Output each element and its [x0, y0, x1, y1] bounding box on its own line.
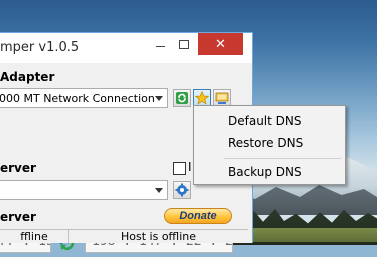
minimize-icon	[155, 45, 165, 47]
adapter-select-value: 000 MT Network Connection	[0, 92, 155, 105]
close-icon: ✕	[215, 36, 226, 52]
dns-server-section-label: erver	[0, 210, 36, 224]
dns-context-menu: Default DNS Restore DNS Backup DNS	[193, 105, 346, 185]
use-server-checkbox[interactable]	[173, 162, 186, 175]
menu-item-restore-dns[interactable]: Restore DNS	[194, 132, 345, 154]
adapter-select[interactable]: 000 MT Network Connection	[0, 88, 168, 108]
donate-button[interactable]: Donate	[164, 208, 232, 224]
dns-options-icon	[215, 92, 229, 104]
window-title: mper v1.0.5	[0, 40, 80, 55]
title-bar[interactable]: mper v1.0.5 ✕	[0, 33, 252, 63]
menu-item-default-dns[interactable]: Default DNS	[194, 110, 345, 132]
server-select[interactable]	[0, 180, 168, 200]
chevron-down-icon	[153, 91, 165, 105]
primary-status: ffline	[0, 229, 68, 243]
adapter-section-label: Adapter	[0, 70, 55, 84]
chevron-down-icon	[153, 183, 165, 197]
star-icon	[195, 91, 209, 105]
server-section-label: erver	[0, 161, 36, 175]
menu-item-backup-dns[interactable]: Backup DNS	[194, 161, 345, 183]
refresh-icon	[176, 92, 188, 104]
maximize-icon	[179, 39, 189, 49]
secondary-status: Host is offline	[68, 229, 248, 243]
refresh-adapters-button[interactable]	[173, 89, 191, 107]
close-button[interactable]: ✕	[198, 33, 243, 55]
menu-separator	[224, 158, 341, 159]
status-bar: ffline Host is offline	[0, 229, 252, 243]
maximize-button[interactable]	[170, 33, 198, 55]
server-settings-button[interactable]	[173, 181, 191, 199]
use-server-checkbox-label: I	[188, 160, 192, 174]
gear-icon	[175, 183, 189, 197]
